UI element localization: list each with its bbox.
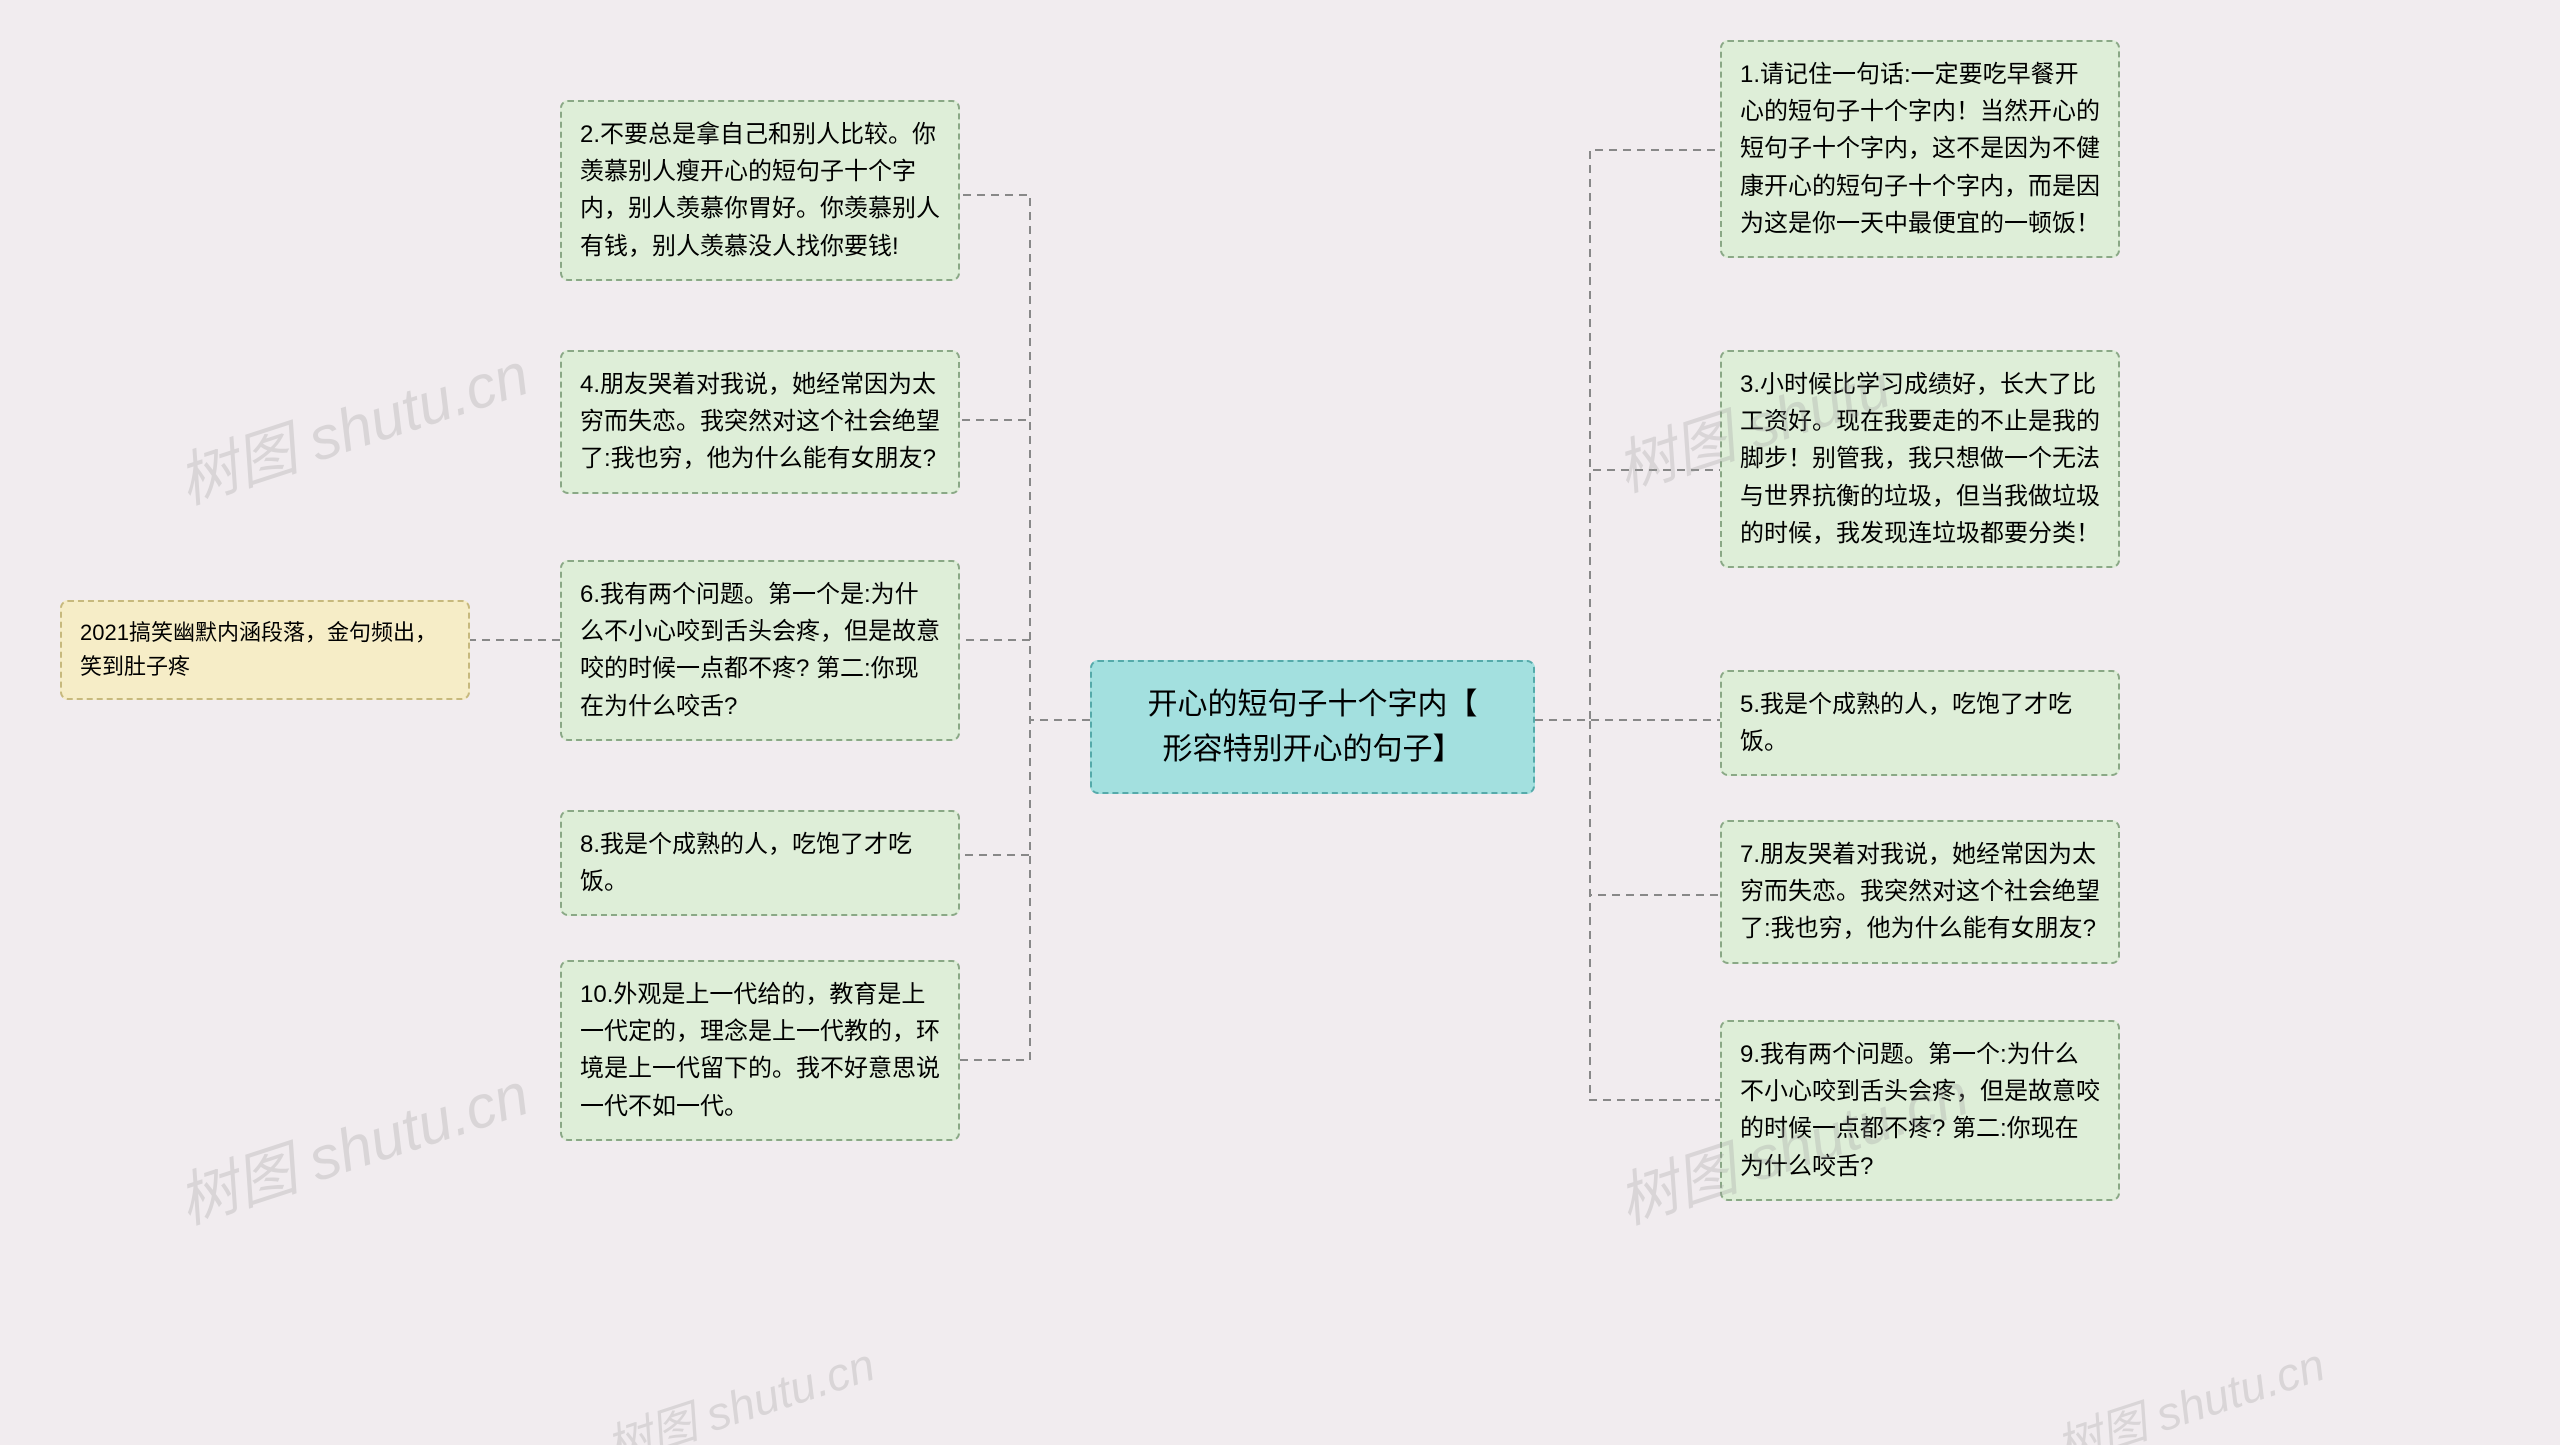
- center-node[interactable]: 开心的短句子十个字内【 形容特别开心的句子】: [1090, 660, 1535, 794]
- watermark: 树图 shutu.cn: [2047, 1329, 2332, 1445]
- watermark: 树图 shutu.cn: [165, 1046, 538, 1241]
- watermark: 树图 shutu.cn: [165, 326, 538, 521]
- right-node-7[interactable]: 7.朋友哭着对我说，她经常因为太穷而失恋。我突然对这个社会绝望了:我也穷，他为什…: [1720, 820, 2120, 964]
- center-title-l2: 形容特别开心的句子】: [1163, 733, 1463, 766]
- right-node-1[interactable]: 1.请记住一句话:一定要吃早餐开心的短句子十个字内！当然开心的短句子十个字内，这…: [1720, 40, 2120, 258]
- right-node-5[interactable]: 5.我是个成熟的人，吃饱了才吃饭。: [1720, 670, 2120, 776]
- left-node-2[interactable]: 2.不要总是拿自己和别人比较。你羡慕别人瘦开心的短句子十个字内，别人羡慕你胃好。…: [560, 100, 960, 281]
- left-node-4[interactable]: 4.朋友哭着对我说，她经常因为太穷而失恋。我突然对这个社会绝望了:我也穷，他为什…: [560, 350, 960, 494]
- right-node-3[interactable]: 3.小时候比学习成绩好，长大了比工资好。现在我要走的不止是我的脚步！别管我，我只…: [1720, 350, 2120, 568]
- far-left-node[interactable]: 2021搞笑幽默内涵段落，金句频出，笑到肚子疼: [60, 600, 470, 700]
- center-title-l1: 开心的短句子十个字内【: [1148, 688, 1478, 721]
- watermark: 树图 shutu.cn: [597, 1329, 882, 1445]
- left-node-6[interactable]: 6.我有两个问题。第一个是:为什么不小心咬到舌头会疼，但是故意咬的时候一点都不疼…: [560, 560, 960, 741]
- left-node-10[interactable]: 10.外观是上一代给的，教育是上一代定的，理念是上一代教的，环境是上一代留下的。…: [560, 960, 960, 1141]
- mindmap-canvas: 开心的短句子十个字内【 形容特别开心的句子】 2.不要总是拿自己和别人比较。你羡…: [0, 0, 2560, 1445]
- left-node-8[interactable]: 8.我是个成熟的人，吃饱了才吃饭。: [560, 810, 960, 916]
- right-node-9[interactable]: 9.我有两个问题。第一个:为什么不小心咬到舌头会疼，但是故意咬的时候一点都不疼?…: [1720, 1020, 2120, 1201]
